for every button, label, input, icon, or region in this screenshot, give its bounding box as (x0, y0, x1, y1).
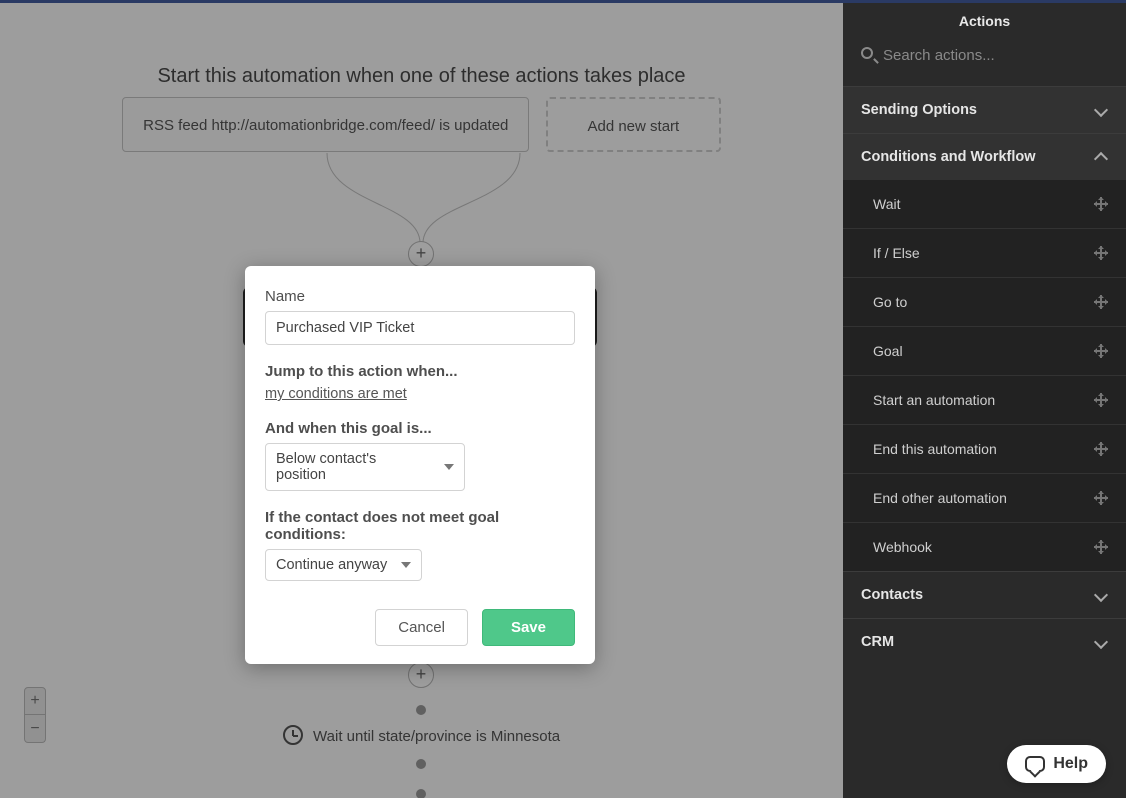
search-icon (861, 47, 873, 59)
section-label: Contacts (861, 587, 923, 603)
goal-position-value: Below contact's position (276, 451, 430, 483)
actions-sidebar: Actions Sending Options Conditions and W… (843, 3, 1126, 798)
action-label: Start an automation (873, 392, 995, 408)
section-label: Sending Options (861, 102, 977, 118)
chevron-down-icon (1094, 635, 1108, 649)
conditions-link[interactable]: my conditions are met (265, 386, 407, 402)
chevron-down-icon (1094, 588, 1108, 602)
goal-position-label: And when this goal is... (265, 420, 575, 437)
action-end-other-automation[interactable]: End other automation (843, 473, 1126, 522)
name-label: Name (265, 288, 575, 305)
drag-icon (1094, 246, 1108, 260)
fail-condition-label: If the contact does not meet goal condit… (265, 509, 575, 543)
action-label: Goal (873, 343, 903, 359)
action-end-this-automation[interactable]: End this automation (843, 424, 1126, 473)
conditions-items: Wait If / Else Go to Goal Start an autom… (843, 180, 1126, 571)
section-label: Conditions and Workflow (861, 149, 1036, 165)
sidebar-title: Actions (843, 3, 1126, 39)
chevron-down-icon (1094, 103, 1108, 117)
chevron-down-icon (401, 562, 411, 568)
section-contacts[interactable]: Contacts (843, 572, 1126, 618)
action-label: End other automation (873, 490, 1007, 506)
goal-position-select[interactable]: Below contact's position (265, 443, 465, 491)
save-button[interactable]: Save (482, 609, 575, 646)
action-label: Wait (873, 196, 900, 212)
jump-label: Jump to this action when... (265, 363, 575, 380)
fail-condition-select[interactable]: Continue anyway (265, 549, 422, 581)
action-go-to[interactable]: Go to (843, 277, 1126, 326)
section-crm[interactable]: CRM (843, 619, 1126, 665)
drag-icon (1094, 540, 1108, 554)
cancel-button[interactable]: Cancel (375, 609, 468, 646)
drag-icon (1094, 344, 1108, 358)
action-label: If / Else (873, 245, 920, 261)
action-label: End this automation (873, 441, 997, 457)
drag-icon (1094, 393, 1108, 407)
section-sending-options[interactable]: Sending Options (843, 87, 1126, 133)
chat-icon (1025, 756, 1045, 772)
section-label: CRM (861, 634, 894, 650)
section-conditions-workflow[interactable]: Conditions and Workflow (843, 134, 1126, 180)
modal-footer: Cancel Save (265, 609, 575, 646)
action-label: Webhook (873, 539, 932, 555)
goal-settings-modal: Name Jump to this action when... my cond… (245, 266, 595, 664)
action-goal[interactable]: Goal (843, 326, 1126, 375)
action-wait[interactable]: Wait (843, 180, 1126, 228)
action-start-automation[interactable]: Start an automation (843, 375, 1126, 424)
goal-name-input[interactable] (265, 311, 575, 345)
drag-icon (1094, 442, 1108, 456)
fail-condition-value: Continue anyway (276, 557, 387, 573)
drag-icon (1094, 295, 1108, 309)
help-button[interactable]: Help (1007, 745, 1106, 783)
action-webhook[interactable]: Webhook (843, 522, 1126, 571)
chevron-up-icon (1094, 152, 1108, 166)
action-if-else[interactable]: If / Else (843, 228, 1126, 277)
drag-icon (1094, 491, 1108, 505)
sidebar-search (843, 39, 1126, 86)
drag-icon (1094, 197, 1108, 211)
action-label: Go to (873, 294, 907, 310)
help-label: Help (1053, 755, 1088, 773)
search-actions-input[interactable] (859, 39, 1110, 72)
chevron-down-icon (444, 464, 454, 470)
